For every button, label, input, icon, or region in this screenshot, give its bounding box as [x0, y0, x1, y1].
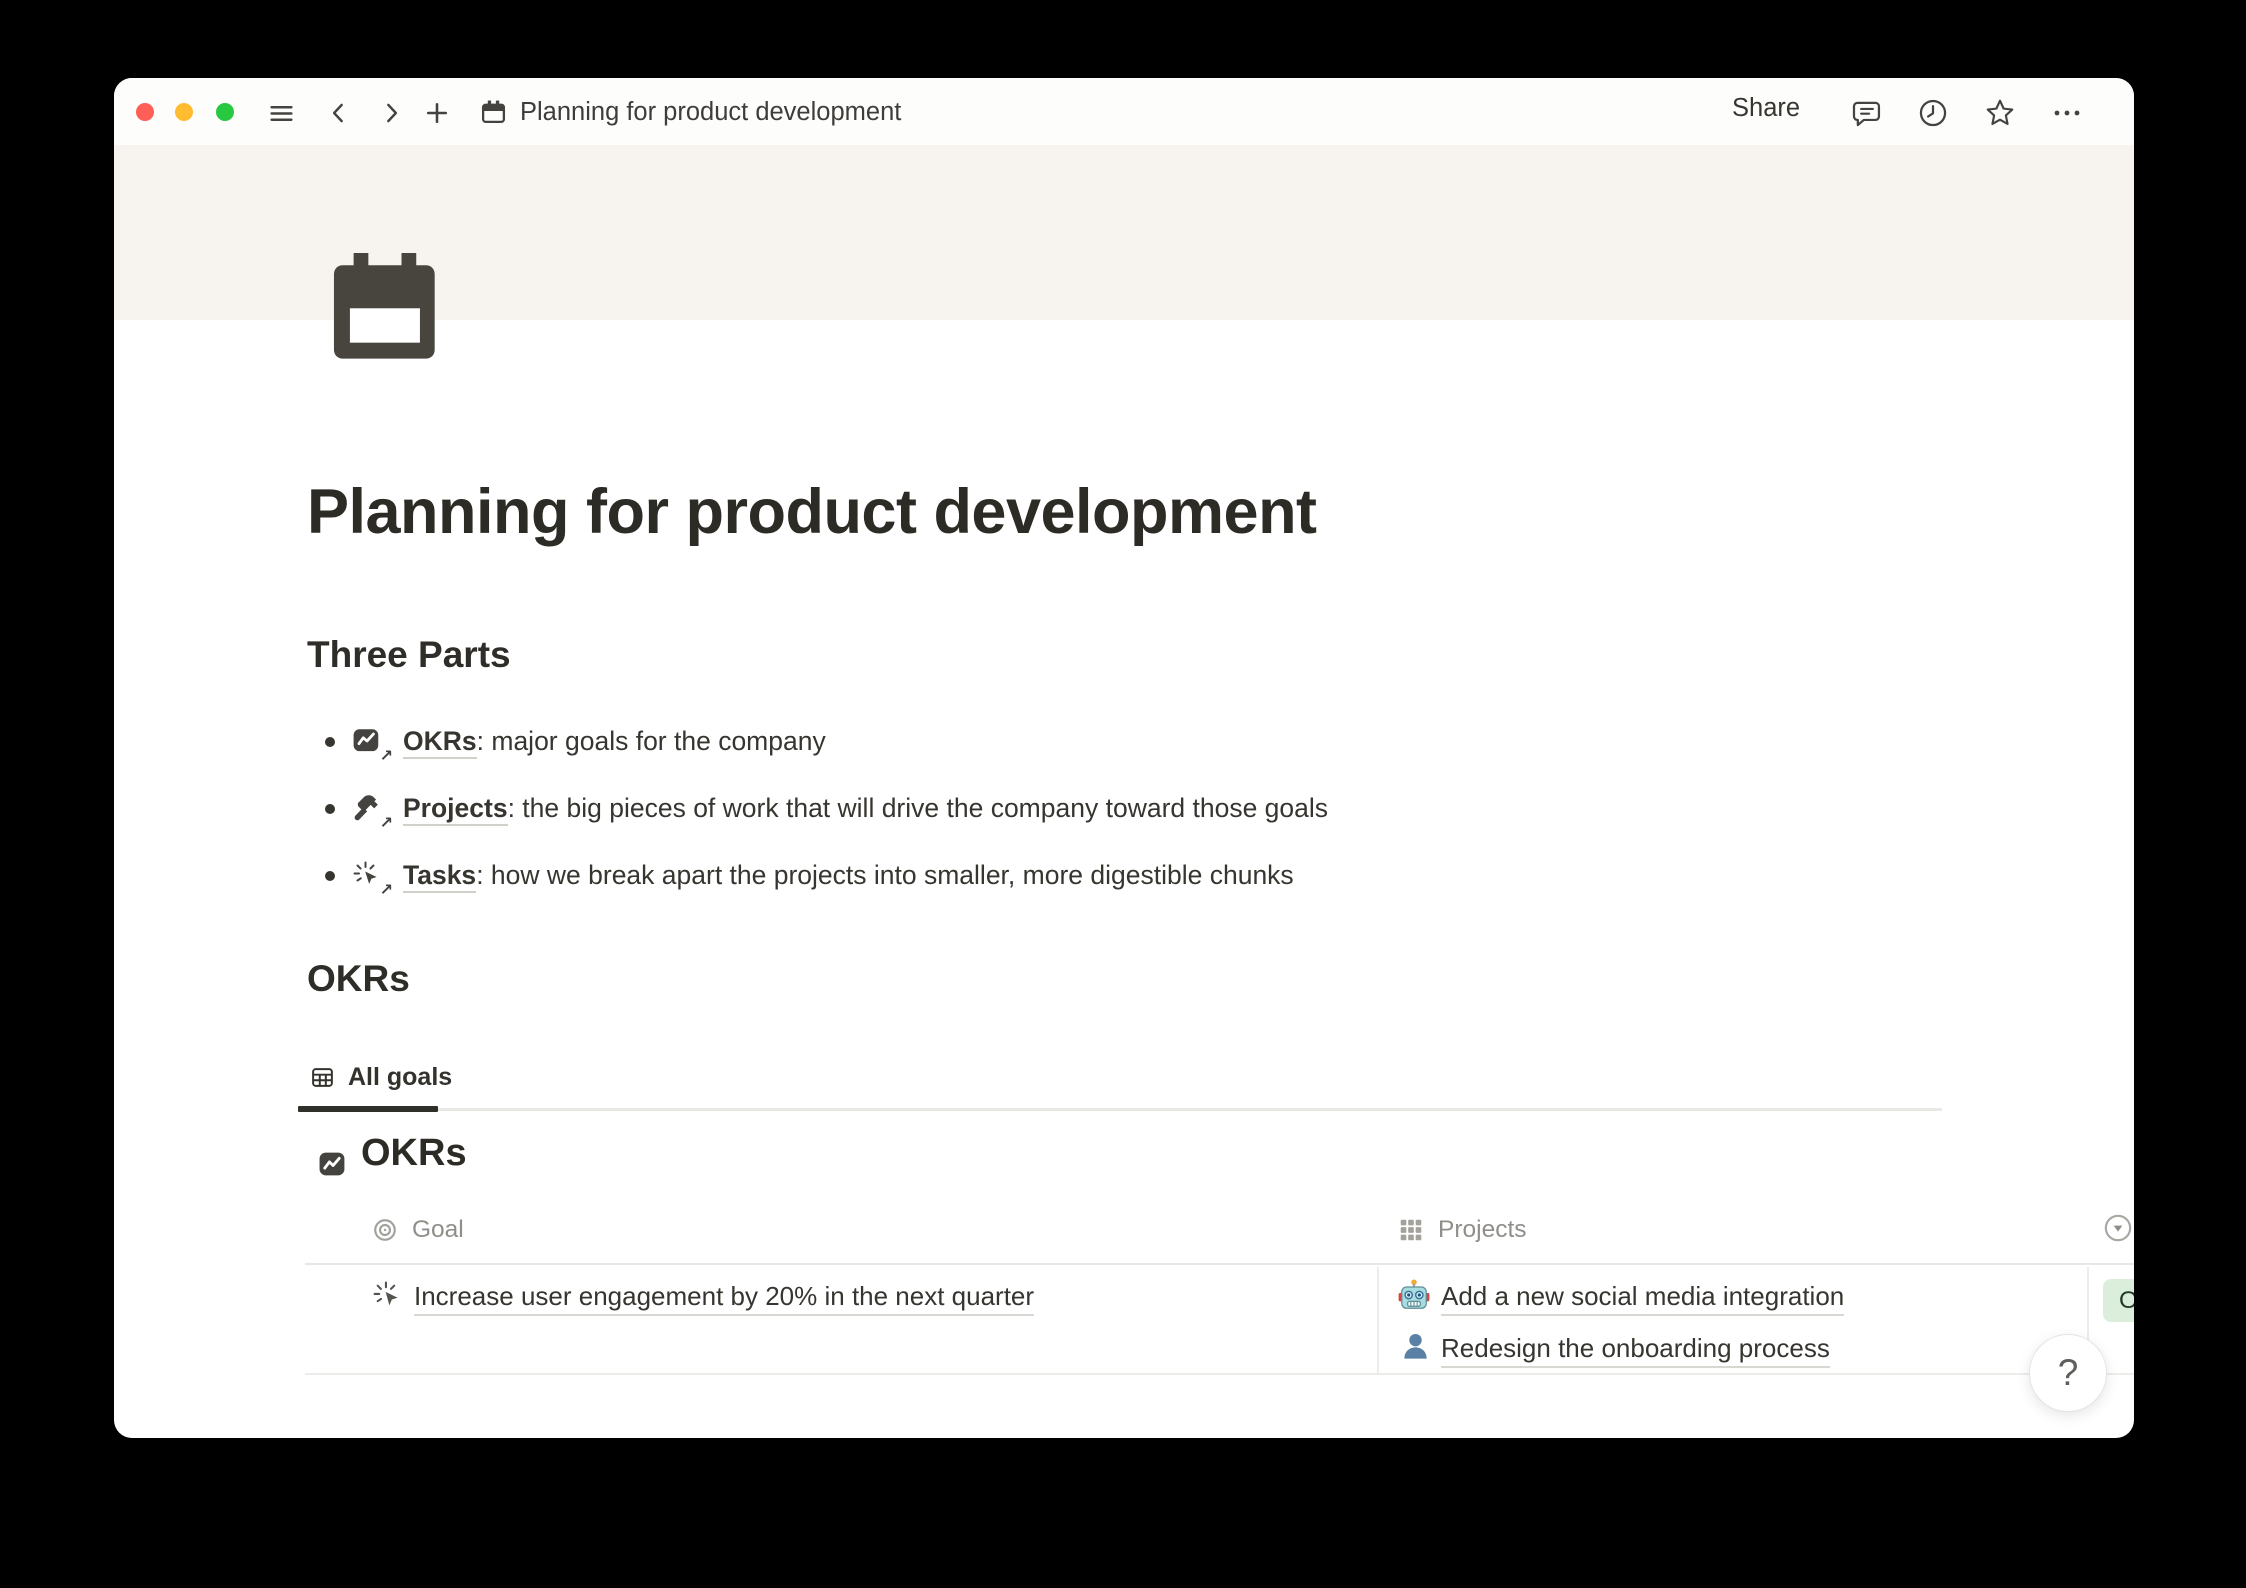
list-item-text: OKRs: major goals for the company [403, 726, 826, 757]
toolbar-page-title: Planning for product development [520, 98, 901, 127]
target-icon [372, 1217, 398, 1243]
okrs-page-link[interactable]: OKRs [403, 726, 477, 759]
tab-divider [298, 1108, 1942, 1111]
share-button[interactable]: Share [1732, 94, 1800, 123]
list-item-text: Projects: the big pieces of work that wi… [403, 793, 1328, 824]
sidebar-toggle-button[interactable] [264, 96, 298, 130]
project-link[interactable]: Add a new social media integration [1441, 1281, 1844, 1316]
status-badge[interactable]: O [2103, 1279, 2134, 1322]
favorite-button[interactable] [1983, 96, 2017, 130]
star-icon [1984, 97, 2016, 129]
table-header-border [305, 1263, 2134, 1265]
bullet-icon [325, 804, 335, 814]
page-icon-calendar[interactable] [329, 253, 447, 366]
help-button[interactable]: ? [2029, 1334, 2107, 1412]
database-title[interactable]: OKRs [361, 1132, 467, 1175]
bullet-icon [325, 871, 335, 881]
comment-icon [1851, 97, 1883, 129]
hamburger-icon [268, 100, 295, 127]
page-title: Planning for product development [307, 476, 1317, 548]
spark-icon [372, 1280, 403, 1316]
close-window-button[interactable] [136, 103, 154, 121]
list-item: ↗ OKRs: major goals for the company [307, 708, 1807, 775]
clock-icon [1917, 97, 1949, 129]
robot-emoji [1397, 1278, 1431, 1317]
database-chart-icon [318, 1150, 347, 1179]
list-item: ↗ Tasks: how we break apart the projects… [307, 842, 1807, 909]
link-arrow-icon: ↗ [378, 882, 393, 899]
bullet-icon [325, 737, 335, 747]
hidden-columns-toggle[interactable] [2104, 1214, 2132, 1242]
three-parts-list: ↗ OKRs: major goals for the company ↗ Pr… [307, 708, 1807, 909]
more-options-button[interactable] [2050, 96, 2084, 130]
ellipsis-icon [2050, 96, 2084, 130]
list-item-text: Tasks: how we break apart the projects i… [403, 860, 1294, 891]
chart-increasing-icon: ↗ [352, 726, 384, 758]
circle-triangle-down-icon [2104, 1214, 2132, 1242]
section-heading-three-parts: Three Parts [307, 634, 511, 676]
question-mark-icon: ? [2058, 1352, 2079, 1394]
table-view-icon [310, 1065, 335, 1090]
column-header-projects[interactable]: Projects [1398, 1213, 1527, 1247]
tab-all-goals[interactable]: All goals [298, 1050, 464, 1104]
notion-window: Planning for product development Share [114, 78, 2134, 1438]
column-header-goal[interactable]: Goal [372, 1213, 464, 1247]
relation-grid-icon [1398, 1217, 1424, 1243]
chevron-right-icon [378, 100, 404, 126]
link-arrow-icon: ↗ [378, 815, 393, 832]
projects-page-link[interactable]: Projects [403, 793, 508, 826]
chevron-left-icon [326, 100, 352, 126]
comments-button[interactable] [1850, 96, 1884, 130]
minimize-window-button[interactable] [175, 103, 193, 121]
nav-back-button[interactable] [322, 96, 356, 130]
link-arrow-icon: ↗ [378, 748, 393, 765]
column-divider [1377, 1267, 1379, 1373]
spark-icon: ↗ [352, 860, 384, 892]
tasks-page-link[interactable]: Tasks [403, 860, 476, 893]
hammer-icon: ↗ [352, 793, 384, 825]
tab-label: All goals [348, 1063, 452, 1092]
plus-icon [423, 99, 451, 127]
person-silhouette-emoji [1400, 1330, 1431, 1366]
updates-history-button[interactable] [1916, 96, 1950, 130]
list-item: ↗ Projects: the big pieces of work that … [307, 775, 1807, 842]
breadcrumb[interactable]: Planning for product development [480, 93, 901, 131]
nav-forward-button[interactable] [374, 96, 408, 130]
calendar-icon [480, 99, 507, 126]
table-row-border [305, 1373, 2134, 1375]
new-tab-button[interactable] [420, 96, 454, 130]
active-tab-underline [298, 1106, 438, 1112]
fullscreen-window-button[interactable] [216, 103, 234, 121]
calendar-icon [329, 253, 447, 366]
project-link[interactable]: Redesign the onboarding process [1441, 1333, 1830, 1368]
window-titlebar: Planning for product development Share [114, 78, 2134, 145]
goal-link[interactable]: Increase user engagement by 20% in the n… [414, 1281, 1034, 1316]
section-heading-okrs: OKRs [307, 958, 410, 1000]
